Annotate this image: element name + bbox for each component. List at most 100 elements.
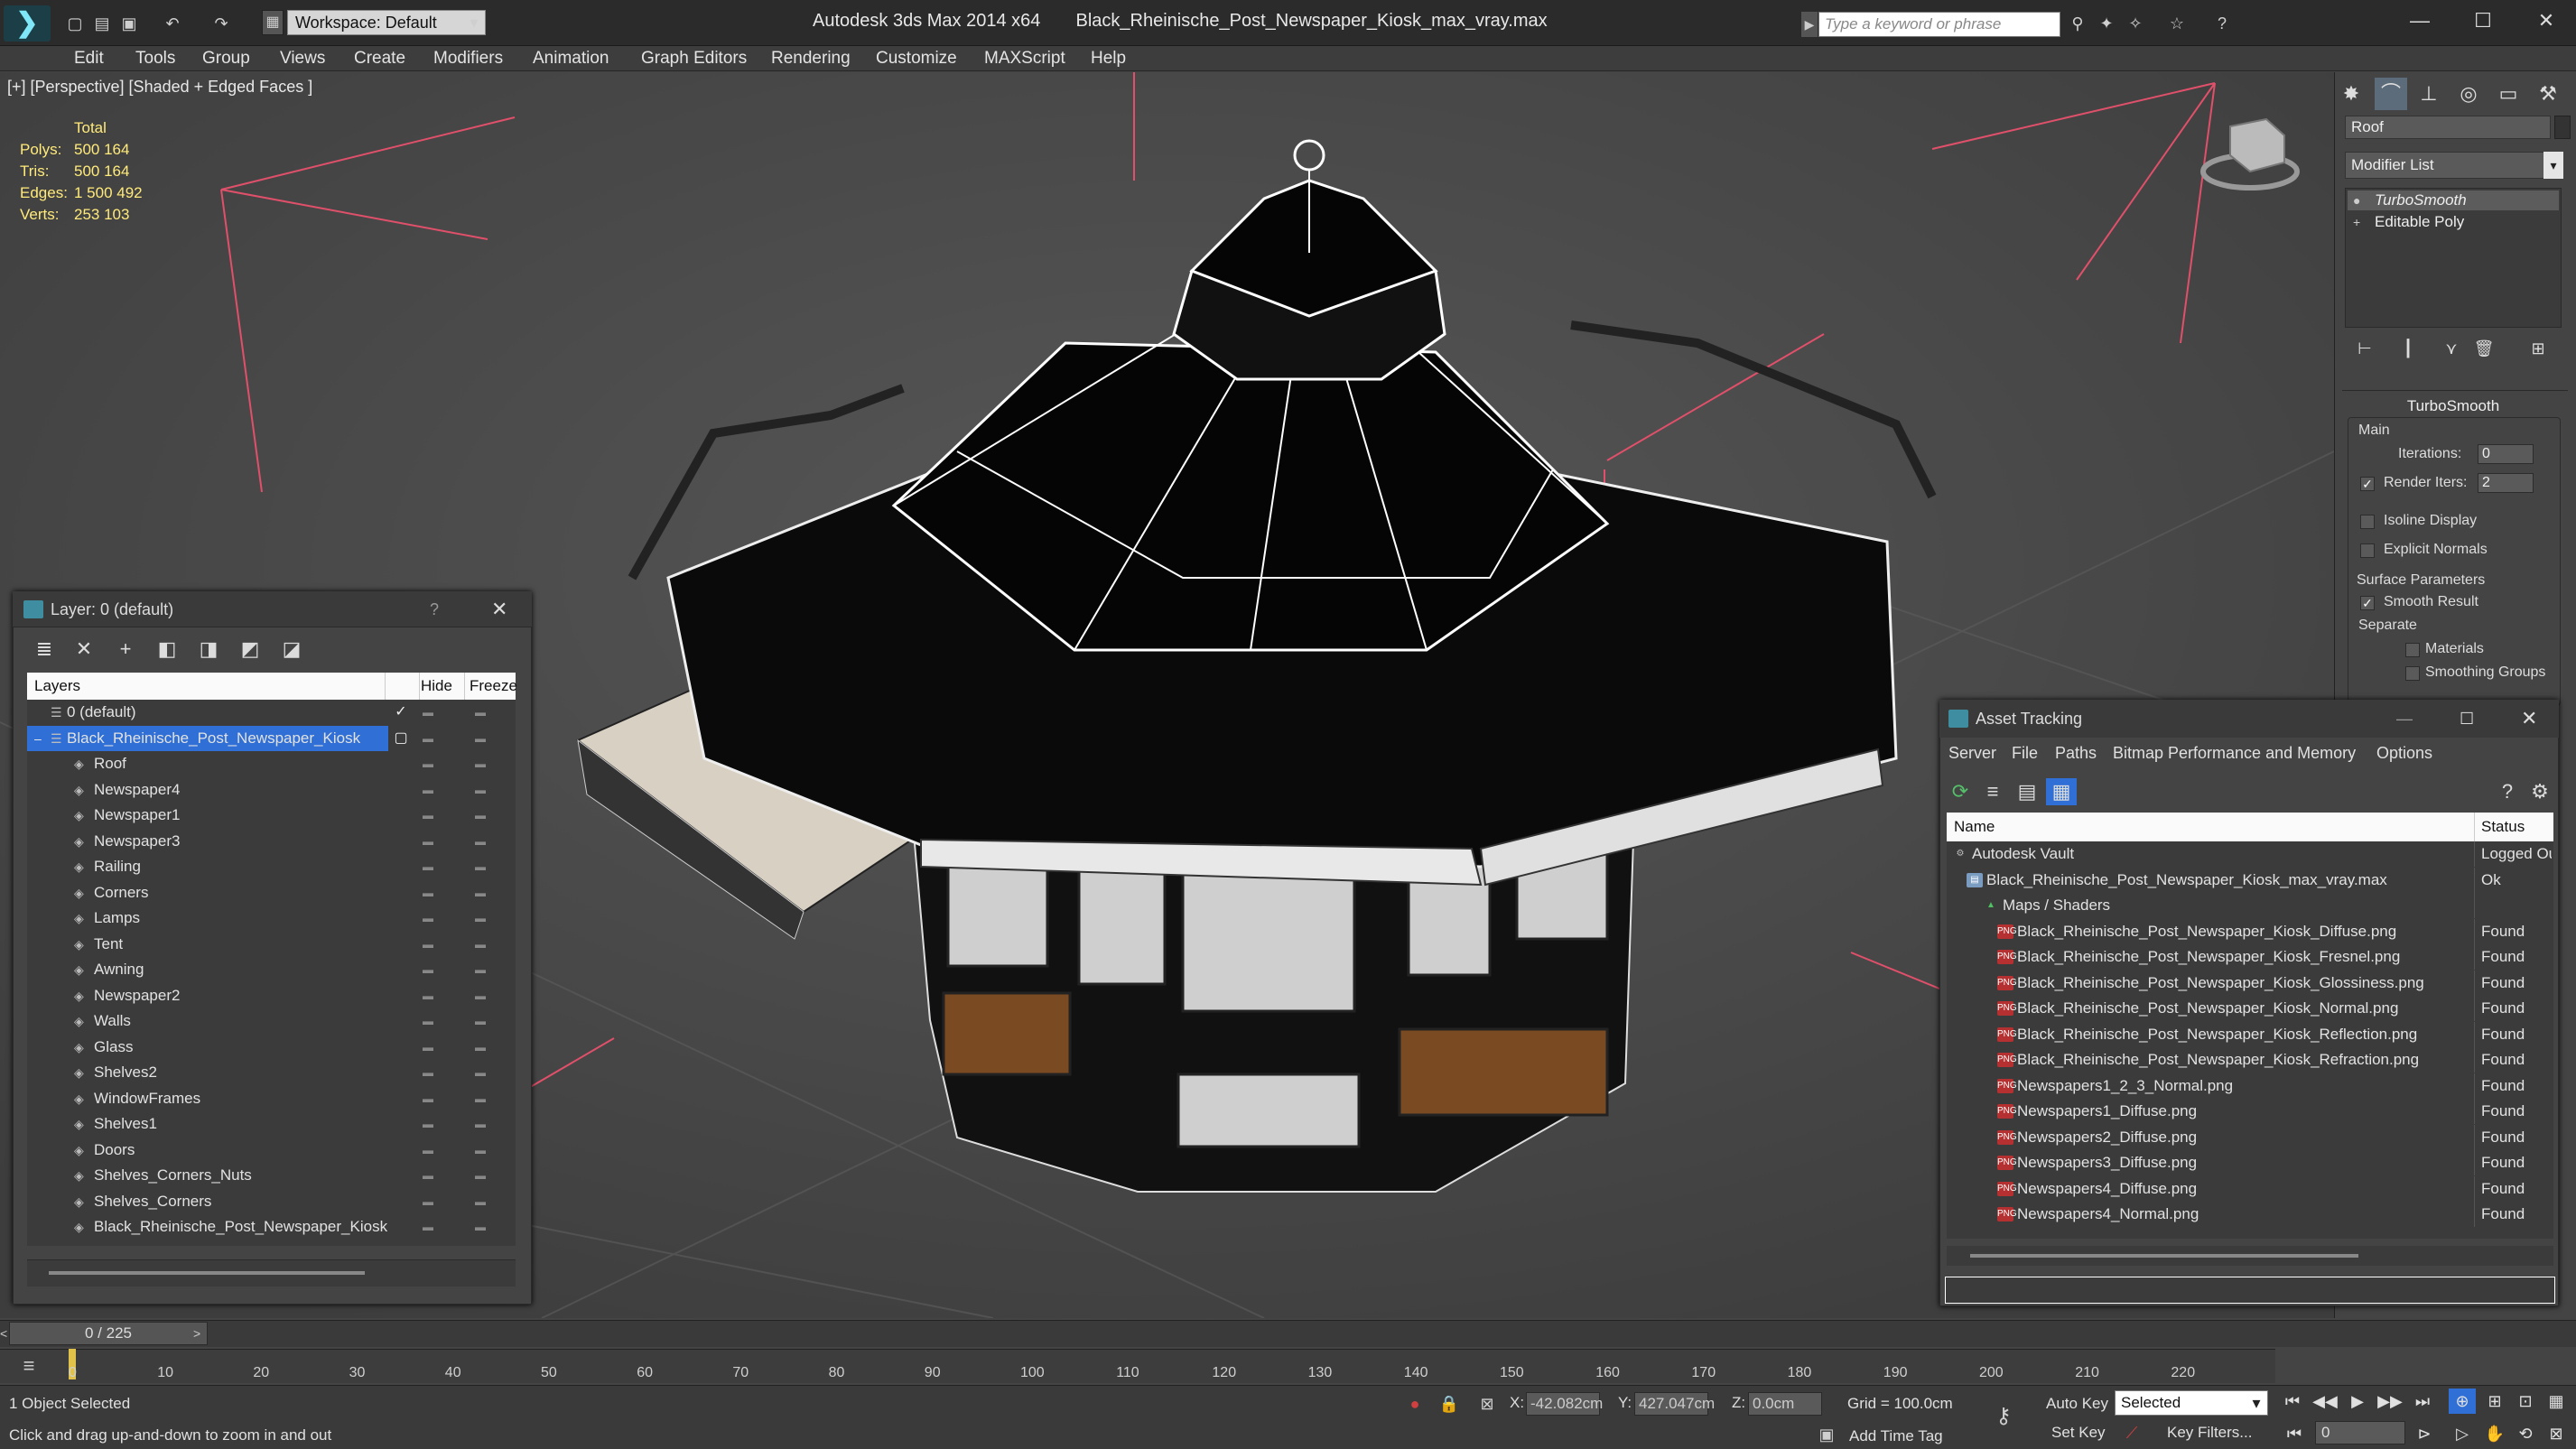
menu-animation[interactable]: Animation (525, 46, 617, 71)
hide-toggle[interactable]: ▬ (423, 932, 442, 957)
hide-toggle[interactable]: ▬ (423, 803, 442, 828)
freeze-toggle[interactable]: ▬ (475, 726, 495, 751)
column-freeze[interactable]: Freeze (470, 673, 517, 700)
materials-checkbox[interactable] (2405, 643, 2420, 657)
current-layer-check-icon[interactable]: ✓ (392, 700, 410, 725)
menu-views[interactable]: Views (273, 46, 332, 71)
close-button[interactable]: ✕ (491, 591, 507, 627)
remove-modifier-icon[interactable]: 🗑 (2471, 336, 2497, 361)
menu-create[interactable]: Create (347, 46, 413, 71)
hide-toggle[interactable]: ▬ (423, 1138, 442, 1163)
hide-toggle[interactable]: ▬ (423, 906, 442, 931)
layer-row[interactable]: ◈ Newspaper4 ▬ ▬ (27, 777, 516, 803)
asset-row[interactable]: PNG Newspapers4_Normal.png Found (1947, 1202, 2553, 1228)
column-name[interactable]: Name (1954, 813, 1995, 841)
expand-plus-icon[interactable]: + (2353, 214, 2366, 230)
key-filters-button[interactable]: Key Filters... (2167, 1421, 2252, 1444)
asset-row[interactable]: PNG Newspapers3_Diffuse.png Found (1947, 1150, 2553, 1176)
stack-item-editable-poly[interactable]: + Editable Poly (2348, 212, 2559, 232)
add-time-tag-button[interactable]: Add Time Tag (1849, 1425, 1943, 1448)
previous-key-icon[interactable]: ◀◀ (2311, 1389, 2339, 1414)
freeze-toggle[interactable]: ▬ (475, 1138, 495, 1163)
x-coordinate-field[interactable]: -42.082cm (1526, 1392, 1603, 1416)
freeze-toggle[interactable]: ▬ (475, 880, 495, 906)
asset-scrollbar[interactable] (1947, 1246, 2553, 1266)
hide-toggle[interactable]: ▬ (423, 1035, 442, 1060)
list-view-icon[interactable]: ≡ (1977, 778, 2008, 805)
column-layers[interactable]: Layers (34, 673, 80, 700)
layer-row[interactable]: ◈ Shelves1 ▬ ▬ (27, 1111, 516, 1138)
go-to-end-icon[interactable]: ⏭ (2409, 1389, 2436, 1414)
favorites-star-icon[interactable]: ☆ (2165, 12, 2189, 35)
select-objects-icon[interactable]: ◧ (152, 636, 182, 663)
object-color-swatch[interactable] (2554, 116, 2571, 139)
hide-toggle[interactable]: ▬ (423, 1060, 442, 1085)
layers-stack-icon[interactable]: ≣ (29, 636, 60, 663)
hide-toggle[interactable]: ▬ (423, 829, 442, 854)
layer-row[interactable]: ◈ Tent ▬ ▬ (27, 932, 516, 958)
show-end-result-icon[interactable]: ┃ (2395, 336, 2421, 361)
asset-row[interactable]: PNG Black_Rheinische_Post_Newspaper_Kiosk… (1947, 1021, 2553, 1048)
zoom-extents-all-icon[interactable]: ▦ (2543, 1389, 2570, 1414)
asset-row[interactable]: PNG Black_Rheinische_Post_Newspaper_Kiosk… (1947, 918, 2553, 945)
freeze-toggle[interactable]: ▬ (475, 1163, 495, 1188)
layer-row[interactable]: ◈ Roof ▬ ▬ (27, 751, 516, 777)
layer-row[interactable]: ◈ Glass ▬ ▬ (27, 1035, 516, 1061)
hide-toggle[interactable]: ▬ (423, 1111, 442, 1137)
asset-row[interactable]: ⚙ Autodesk Vault Logged Out (1947, 841, 2553, 868)
freeze-toggle[interactable]: ▬ (475, 751, 495, 776)
absolute-mode-icon[interactable]: ⊠ (1475, 1392, 1499, 1416)
pin-stack-icon[interactable]: ⊢ (2352, 336, 2377, 361)
asset-row[interactable]: PNG Black_Rheinische_Post_Newspaper_Kiosk… (1947, 970, 2553, 997)
layer-scrollbar[interactable] (27, 1259, 516, 1286)
maximize-viewport-icon[interactable]: ⊠ (2543, 1421, 2570, 1446)
mini-curve-editor-icon[interactable]: ≡ (13, 1352, 45, 1379)
isoline-display-checkbox[interactable] (2360, 515, 2375, 529)
layer-row[interactable]: ◈ Corners ▬ ▬ (27, 880, 516, 906)
key-filter-icon[interactable]: ⟋ (2120, 1421, 2144, 1444)
hide-all-layers-icon[interactable]: ◩ (235, 636, 265, 663)
hide-toggle[interactable]: ▬ (423, 726, 442, 751)
menu-server[interactable]: Server (1948, 744, 1996, 763)
minimize-button[interactable]: — (2396, 700, 2413, 738)
freeze-toggle[interactable]: ▬ (475, 854, 495, 879)
pan-icon[interactable]: ✋ (2481, 1421, 2508, 1446)
asset-row[interactable]: PNG Newspapers4_Diffuse.png Found (1947, 1175, 2553, 1203)
set-key-button[interactable]: Set Key (2051, 1421, 2106, 1444)
help-button[interactable]: ? (430, 591, 439, 627)
collapse-icon[interactable]: – (34, 726, 42, 751)
make-unique-icon[interactable]: ⋎ (2439, 336, 2464, 361)
configure-modifier-sets-icon[interactable]: ⊞ (2525, 336, 2551, 361)
menu-edit[interactable]: Edit (67, 46, 111, 71)
asset-path-field[interactable] (1945, 1277, 2555, 1304)
asset-row[interactable]: PNG Newspapers2_Diffuse.png Found (1947, 1124, 2553, 1151)
hide-toggle[interactable]: ▬ (423, 777, 442, 803)
play-icon[interactable]: ▶ (2344, 1389, 2371, 1414)
freeze-toggle[interactable]: ▬ (475, 803, 495, 828)
scrollbar-thumb[interactable] (49, 1271, 365, 1275)
create-tab-icon[interactable]: ✸ (2335, 78, 2367, 110)
object-name-field[interactable]: Roof (2345, 116, 2551, 139)
menu-paths[interactable]: Paths (2055, 744, 2097, 763)
render-iters-checkbox[interactable]: ✓ (2360, 477, 2375, 491)
hide-toggle[interactable]: ▬ (423, 751, 442, 776)
orbit-icon[interactable]: ⟲ (2512, 1421, 2539, 1446)
freeze-toggle[interactable]: ▬ (475, 1060, 495, 1085)
turbosmooth-rollout-title[interactable]: TurboSmooth (2345, 397, 2562, 415)
viewport-label[interactable]: [+] [Perspective] [Shaded + Edged Faces … (7, 78, 312, 97)
hierarchy-tab-icon[interactable]: ⊥ (2413, 78, 2445, 110)
hide-toggle[interactable]: ▬ (423, 1163, 442, 1188)
freeze-toggle[interactable]: ▬ (475, 1189, 495, 1214)
freeze-toggle[interactable]: ▬ (475, 1111, 495, 1137)
hide-toggle[interactable]: ▬ (423, 983, 442, 1008)
undo-icon[interactable]: ↶ (161, 12, 184, 35)
menu-options[interactable]: Options (2376, 744, 2432, 763)
add-layer-icon[interactable]: + (110, 636, 141, 663)
z-coordinate-field[interactable]: 0.0cm (1748, 1392, 1822, 1416)
layer-row[interactable]: ◈ Awning ▬ ▬ (27, 957, 516, 983)
open-file-icon[interactable]: ▤ (90, 12, 114, 35)
y-coordinate-field[interactable]: 427.047cm (1634, 1392, 1715, 1416)
asset-row[interactable]: PNG Black_Rheinische_Post_Newspaper_Kiosk… (1947, 1047, 2553, 1073)
freeze-toggle[interactable]: ▬ (475, 1008, 495, 1034)
layer-dialog-title[interactable]: Layer: 0 (default) ? ✕ (13, 591, 532, 627)
